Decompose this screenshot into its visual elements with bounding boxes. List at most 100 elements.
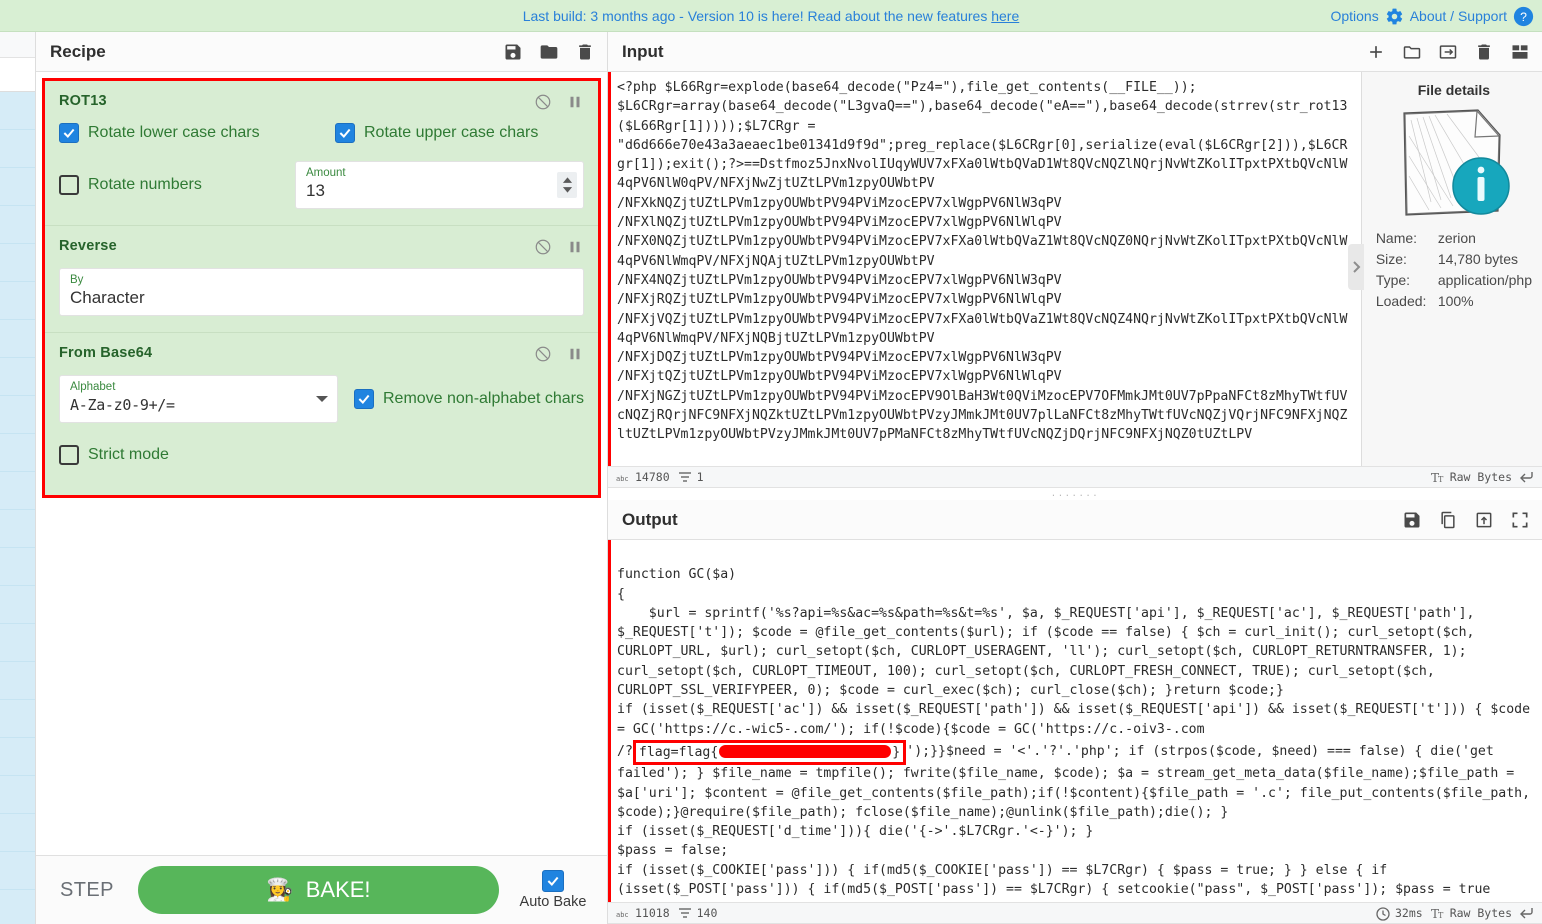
operation-controls <box>534 93 584 111</box>
trash-icon[interactable] <box>1474 42 1494 62</box>
recipe-operation-rot13[interactable]: ROT13 Rotate lower case chars Rotate upp… <box>45 81 598 226</box>
file-detail-key: Name: <box>1375 230 1418 246</box>
save-icon[interactable] <box>1402 510 1422 530</box>
io-splitter[interactable]: ....... <box>608 488 1542 500</box>
gear-icon[interactable] <box>1385 7 1404 26</box>
question-circle-icon[interactable]: ? <box>1513 6 1534 27</box>
file-detail-row: Type: application/php <box>1376 270 1532 291</box>
enter-icon[interactable] <box>1520 907 1534 919</box>
operation-list-item[interactable] <box>0 776 35 814</box>
disable-operation-icon[interactable] <box>534 93 552 111</box>
operation-list-item[interactable] <box>0 890 35 924</box>
maximise-icon[interactable] <box>1510 510 1530 530</box>
collapse-file-details-icon[interactable] <box>1347 244 1364 290</box>
pause-breakpoint-icon[interactable] <box>566 345 584 363</box>
file-detail-row: Name: zerion <box>1376 228 1532 249</box>
replace-input-icon[interactable] <box>1474 510 1494 530</box>
copy-icon[interactable] <box>1438 510 1458 530</box>
operation-list-item[interactable] <box>0 130 35 168</box>
output-format-value[interactable]: Raw Bytes <box>1450 906 1512 920</box>
alphabet-label: Alphabet <box>70 381 116 393</box>
load-recipe-icon[interactable] <box>539 42 559 62</box>
remove-non-alphabet-checkbox[interactable] <box>353 389 374 409</box>
rotate-lower-case-checkbox[interactable] <box>59 123 79 143</box>
alphabet-value[interactable]: A-Za-z0-9+/= <box>70 394 327 416</box>
operations-panel[interactable] <box>0 32 36 924</box>
operation-list-item[interactable] <box>0 472 35 510</box>
about-support-link[interactable]: About / Support <box>1410 8 1507 24</box>
operation-list-item[interactable] <box>0 662 35 700</box>
input-format-group[interactable]: TT Raw Bytes <box>1431 470 1512 485</box>
auto-bake-checkbox[interactable] <box>542 870 564 892</box>
chevron-down-icon[interactable] <box>315 395 328 403</box>
amount-value[interactable]: 13 <box>306 180 573 202</box>
amount-stepper[interactable] <box>557 172 577 198</box>
strict-mode-checkbox[interactable] <box>59 445 79 465</box>
disable-operation-icon[interactable] <box>534 345 552 363</box>
folder-icon[interactable] <box>1402 42 1422 62</box>
input-toolbar <box>1366 42 1530 62</box>
options-link[interactable]: Options <box>1330 8 1378 24</box>
bake-controls: STEP 👩‍🍳 BAKE! Auto Bake <box>36 855 607 924</box>
amount-field[interactable]: Amount 13 <box>295 161 584 209</box>
operation-list-item[interactable] <box>0 586 35 624</box>
pause-breakpoint-icon[interactable] <box>566 238 584 256</box>
output-text-after: ');}}$need = '<'.'?'.'php'; if (strpos($… <box>617 743 1531 898</box>
operation-list-item[interactable] <box>0 206 35 244</box>
reverse-by-value[interactable]: Character <box>70 287 573 309</box>
open-folder-as-input-icon[interactable] <box>1438 42 1458 62</box>
input-status-bar: abc 14780 1 TT Raw Bytes <box>608 466 1542 488</box>
rotate-upper-case-label: Rotate upper case chars <box>364 124 539 141</box>
operation-list-item[interactable] <box>0 396 35 434</box>
operation-list-item[interactable] <box>0 92 35 130</box>
step-button[interactable]: STEP <box>50 879 124 902</box>
banner-actions: Options About / Support ? <box>1330 0 1534 32</box>
file-thumbnail-icon <box>1403 109 1510 216</box>
operation-list-item[interactable] <box>0 282 35 320</box>
save-recipe-icon[interactable] <box>503 42 523 62</box>
operation-list-item[interactable] <box>0 510 35 548</box>
abc-icon: abc <box>616 907 630 919</box>
tabs-icon[interactable] <box>1510 42 1530 62</box>
file-detail-key: Size: <box>1375 251 1407 267</box>
clear-recipe-icon[interactable] <box>575 42 595 62</box>
reverse-by-field[interactable]: By Character <box>59 268 584 316</box>
operation-list-item[interactable] <box>0 700 35 738</box>
rotate-upper-case-checkbox[interactable] <box>335 123 355 143</box>
operation-list-item[interactable] <box>0 548 35 586</box>
operation-list-item[interactable] <box>0 358 35 396</box>
pause-breakpoint-icon[interactable] <box>566 93 584 111</box>
new-features-link[interactable]: here <box>991 8 1019 24</box>
alphabet-select[interactable]: Alphabet A-Za-z0-9+/= <box>59 375 338 423</box>
recipe-operation-from-base64[interactable]: From Base64 Alphabet A-Za-z0-9+/= Remove… <box>45 333 598 495</box>
operation-list-item[interactable] <box>0 624 35 662</box>
strict-mode-label: Strict mode <box>88 446 169 463</box>
recipe-operations-list[interactable]: ROT13 Rotate lower case chars Rotate upp… <box>36 72 607 855</box>
input-editor-area[interactable]: <?php $L66Rgr=explode(base64_decode("Pz4… <box>608 72 1542 466</box>
operation-list-item[interactable] <box>0 852 35 890</box>
input-format-value[interactable]: Raw Bytes <box>1450 470 1512 484</box>
operation-list-item[interactable] <box>0 168 35 206</box>
operation-list-item[interactable] <box>0 320 35 358</box>
operation-list-item[interactable] <box>0 244 35 282</box>
file-detail-value: zerion <box>1437 230 1476 246</box>
operation-list-item[interactable] <box>0 814 35 852</box>
disable-operation-icon[interactable] <box>534 238 552 256</box>
output-format-group[interactable]: TT Raw Bytes <box>1431 906 1512 921</box>
auto-bake-control[interactable]: Auto Bake <box>513 870 593 910</box>
operations-search-input[interactable] <box>0 58 35 92</box>
output-time-value: 32ms <box>1394 906 1423 920</box>
file-detail-row: Loaded: 100% <box>1376 291 1532 312</box>
output-text-area[interactable]: function GC($a) { $url = sprintf('%s?api… <box>608 540 1542 902</box>
input-length-value: 14780 <box>635 470 670 484</box>
recipe-operation-reverse[interactable]: Reverse By Character <box>45 226 598 333</box>
operation-args: Alphabet A-Za-z0-9+/= Remove non-alphabe… <box>59 375 584 465</box>
add-icon[interactable] <box>1366 42 1386 62</box>
output-title: Output <box>622 509 678 529</box>
enter-icon[interactable] <box>1520 471 1534 483</box>
operation-list-item[interactable] <box>0 738 35 776</box>
operation-list-item[interactable] <box>0 434 35 472</box>
input-text[interactable]: <?php $L66Rgr=explode(base64_decode("Pz4… <box>611 72 1362 466</box>
rotate-numbers-checkbox[interactable] <box>59 175 79 195</box>
bake-button[interactable]: 👩‍🍳 BAKE! <box>137 866 499 914</box>
